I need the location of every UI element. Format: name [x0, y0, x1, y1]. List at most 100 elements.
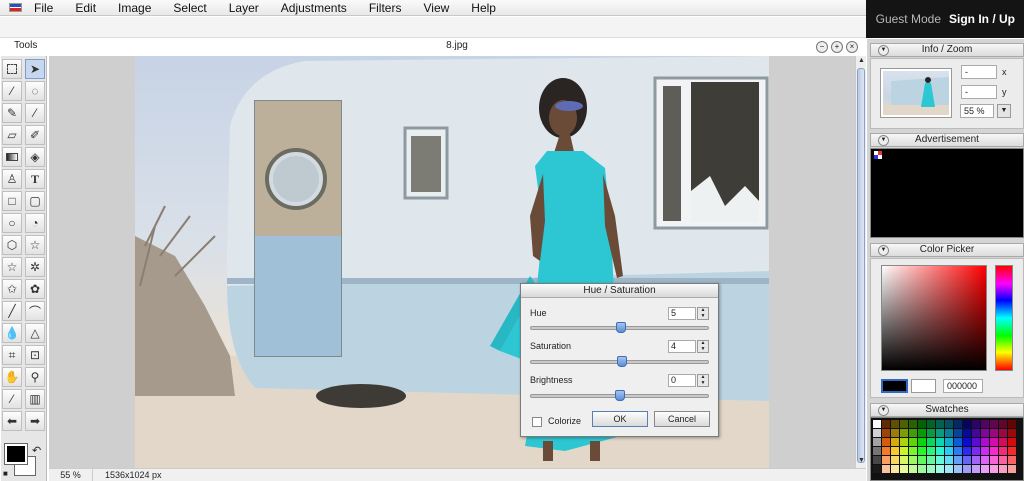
magic-wand-tool-icon[interactable]: ⁄	[2, 81, 22, 101]
menu-layer[interactable]: Layer	[229, 1, 259, 15]
language-flag-icon[interactable]	[9, 3, 22, 12]
swatch-color[interactable]	[927, 420, 935, 428]
burst-tool-icon[interactable]: ✲	[25, 257, 45, 277]
reset-colors-icon[interactable]: ■	[3, 469, 8, 478]
zoom-field[interactable]: 55 %	[960, 104, 994, 118]
type-tool-icon[interactable]: T	[25, 169, 45, 189]
brightness-slider-handle[interactable]	[615, 390, 625, 401]
swatch-color[interactable]	[954, 438, 962, 446]
menu-select[interactable]: Select	[173, 1, 206, 15]
swatch-color[interactable]	[945, 456, 953, 464]
swatch-color[interactable]	[945, 420, 953, 428]
swatch-color[interactable]	[954, 420, 962, 428]
swatch-color[interactable]	[963, 465, 971, 473]
picker-foreground-swatch[interactable]	[881, 379, 908, 393]
swatch-color[interactable]	[981, 465, 989, 473]
hue-slider-handle[interactable]	[616, 322, 626, 333]
ellipse-tool-icon[interactable]: ○	[2, 213, 22, 233]
rectangle-tool-icon[interactable]: □	[2, 191, 22, 211]
hue-spinner-icon[interactable]: ▲ ▼	[697, 307, 709, 320]
clone-stamp-tool-icon[interactable]: ♙	[2, 169, 22, 189]
swatch-color[interactable]	[999, 438, 1007, 446]
swatch-color[interactable]	[927, 456, 935, 464]
swatch-color[interactable]	[954, 447, 962, 455]
swatch-color[interactable]	[909, 438, 917, 446]
swatch-color[interactable]	[936, 465, 944, 473]
swatch-color[interactable]	[1008, 465, 1016, 473]
flower-tool-icon[interactable]: ✿	[25, 279, 45, 299]
swatch-color[interactable]	[873, 447, 881, 455]
rounded-rectangle-tool-icon[interactable]: ▢	[25, 191, 45, 211]
polygon-tool-icon[interactable]: ⬡	[2, 235, 22, 255]
menu-adjustments[interactable]: Adjustments	[281, 1, 347, 15]
advertisement-header[interactable]: ▼ Advertisement	[870, 133, 1024, 147]
picker-background-swatch[interactable]	[911, 379, 936, 393]
swatch-color[interactable]	[972, 429, 980, 437]
swatch-color[interactable]	[1008, 456, 1016, 464]
red-eye-tool-icon[interactable]: ⊡	[25, 345, 45, 365]
swap-colors-icon[interactable]: ↶	[32, 444, 41, 457]
vertical-scrollbar[interactable]: ▲ ▼	[855, 56, 866, 468]
swatch-color[interactable]	[936, 429, 944, 437]
swatch-color[interactable]	[882, 456, 890, 464]
swatch-color[interactable]	[990, 447, 998, 455]
swatch-color[interactable]	[999, 447, 1007, 455]
swatch-color[interactable]	[972, 420, 980, 428]
menu-edit[interactable]: Edit	[75, 1, 96, 15]
swatch-color[interactable]	[891, 429, 899, 437]
star-five-tool-icon[interactable]: ☆	[2, 257, 22, 277]
hand-tool-icon[interactable]: ✋	[2, 367, 22, 387]
saturation-slider-handle[interactable]	[617, 356, 627, 367]
swatch-color[interactable]	[927, 465, 935, 473]
hue-strip[interactable]	[995, 265, 1013, 371]
swatch-color[interactable]	[945, 447, 953, 455]
swatch-color[interactable]	[882, 438, 890, 446]
custom-shape-tool-icon[interactable]: ◔	[25, 213, 45, 233]
swatch-color[interactable]	[981, 447, 989, 455]
swatch-color[interactable]	[954, 465, 962, 473]
swatch-color[interactable]	[909, 456, 917, 464]
swatch-color[interactable]	[963, 429, 971, 437]
swatch-color[interactable]	[972, 456, 980, 464]
swatch-color[interactable]	[999, 456, 1007, 464]
swatch-color[interactable]	[900, 465, 908, 473]
pencil-tool-icon[interactable]: ✎	[2, 103, 22, 123]
swatch-color[interactable]	[909, 447, 917, 455]
swatch-color[interactable]	[909, 465, 917, 473]
navigator-thumbnail[interactable]	[880, 68, 952, 118]
swatch-color[interactable]	[909, 420, 917, 428]
ok-button[interactable]: OK	[592, 411, 648, 427]
saturation-spinner-icon[interactable]: ▲ ▼	[697, 340, 709, 353]
swatch-color[interactable]	[945, 465, 953, 473]
swatch-color[interactable]	[936, 447, 944, 455]
info-zoom-header[interactable]: ▼ Info / Zoom	[870, 43, 1024, 57]
menu-filters[interactable]: Filters	[369, 1, 402, 15]
swatch-color[interactable]	[981, 438, 989, 446]
redo-arrow-icon[interactable]: ➡	[25, 411, 45, 431]
lasso-tool-icon[interactable]: ◌	[25, 81, 45, 101]
swatch-color[interactable]	[999, 420, 1007, 428]
scroll-down-icon[interactable]: ▼	[857, 457, 866, 466]
swatch-color[interactable]	[945, 429, 953, 437]
status-zoom[interactable]: 55 %	[49, 469, 93, 481]
swatch-color[interactable]	[891, 465, 899, 473]
swatch-color[interactable]	[873, 438, 881, 446]
swatch-color[interactable]	[963, 420, 971, 428]
swatch-color[interactable]	[990, 420, 998, 428]
swatch-color[interactable]	[891, 438, 899, 446]
sharpen-tool-icon[interactable]: △	[25, 323, 45, 343]
swatch-color[interactable]	[954, 429, 962, 437]
zoom-dropdown-icon[interactable]: ▼	[997, 104, 1011, 118]
swatch-color[interactable]	[990, 465, 998, 473]
line-tool-icon[interactable]: ╱	[2, 301, 22, 321]
hex-input[interactable]: 000000	[943, 379, 983, 393]
swatch-color[interactable]	[1008, 420, 1016, 428]
saturation-slider[interactable]	[530, 356, 709, 367]
brightness-slider[interactable]	[530, 390, 709, 401]
move-tool-icon[interactable]: ➤	[25, 59, 45, 79]
swatch-color[interactable]	[999, 465, 1007, 473]
swatch-color[interactable]	[918, 420, 926, 428]
swatch-color[interactable]	[1008, 429, 1016, 437]
colorize-checkbox[interactable]	[532, 417, 542, 427]
swatch-color[interactable]	[981, 429, 989, 437]
